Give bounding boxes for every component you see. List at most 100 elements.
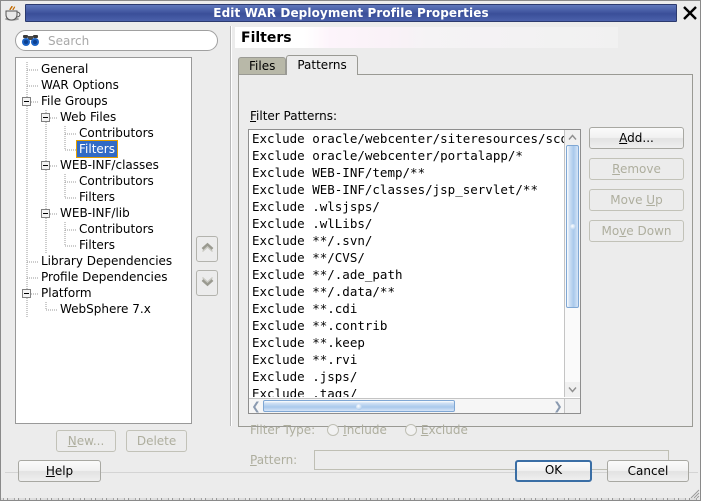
- tab-patterns[interactable]: Patterns: [286, 55, 358, 75]
- dialog-content: Search General WAR Options File Groups Web …: [1, 24, 700, 479]
- tree-item-library-dependencies[interactable]: Library Dependencies: [16, 254, 191, 270]
- move-up-arrow-button[interactable]: [196, 236, 218, 262]
- tree-item-filters[interactable]: Filters: [16, 190, 191, 206]
- scroll-up-icon[interactable]: [565, 130, 580, 145]
- close-icon[interactable]: [679, 2, 700, 24]
- tab-files[interactable]: Files: [238, 57, 287, 75]
- list-item[interactable]: Exclude oracle/webcenter/portalapp/*: [249, 147, 565, 164]
- tree-collapse-toggle-icon[interactable]: [22, 289, 31, 298]
- tree-item-label: WEB-INF/lib: [60, 206, 130, 220]
- scroll-left-icon[interactable]: ❮: [249, 399, 263, 413]
- filter-type-row: Filter Type: Include Exclude: [250, 423, 486, 437]
- dialog-footer: Help OK Cancel: [1, 460, 700, 500]
- tree-collapse-toggle-icon[interactable]: [41, 113, 50, 122]
- tree-item-label: Web Files: [60, 110, 117, 124]
- tree-item-profile-dependencies[interactable]: Profile Dependencies: [16, 270, 191, 286]
- tree-item-general[interactable]: General: [16, 62, 191, 78]
- new-button-label-rest: ew...: [76, 434, 105, 448]
- tree-item-label: Profile Dependencies: [41, 270, 168, 284]
- tree-item-websphere-7-x[interactable]: WebSphere 7.x: [16, 302, 191, 318]
- search-input[interactable]: Search: [15, 30, 218, 51]
- list-item[interactable]: Exclude **/.svn/: [249, 232, 565, 249]
- list-item[interactable]: Exclude **/.ade_path: [249, 266, 565, 283]
- list-item[interactable]: Exclude oracle/webcenter/siteresources/s…: [249, 130, 565, 147]
- tree-collapse-toggle-icon[interactable]: [41, 161, 50, 170]
- tree-item-war-options[interactable]: WAR Options: [16, 78, 191, 94]
- patterns-scroll-track[interactable]: [565, 145, 580, 382]
- new-button-mnemonic: N: [67, 434, 77, 448]
- list-item[interactable]: Exclude WEB-INF/classes/jsp_servlet/**: [249, 181, 565, 198]
- tree-item-contributors[interactable]: Contributors: [16, 174, 191, 190]
- pattern-label: Pattern:: [250, 453, 298, 467]
- tree-item-label: General: [41, 62, 89, 76]
- reorder-buttons: [196, 236, 220, 304]
- remove-button[interactable]: Remove: [589, 158, 684, 180]
- list-item[interactable]: Exclude .wlLibs/: [249, 215, 565, 232]
- tree-item-label: WEB-INF/classes: [60, 158, 159, 172]
- list-item[interactable]: Exclude **.cdi: [249, 300, 565, 317]
- tree-item-contributors[interactable]: Contributors: [16, 126, 191, 142]
- navigation-tree[interactable]: General WAR Options File Groups Web Files Co…: [15, 57, 192, 424]
- tree-collapse-toggle-icon[interactable]: [41, 209, 50, 218]
- filter-patterns-label: Filter Patterns:: [250, 109, 338, 123]
- ok-button-label: OK: [544, 463, 563, 477]
- ok-button[interactable]: OK: [515, 460, 592, 482]
- move-down-button[interactable]: Move Down: [589, 220, 684, 242]
- patterns-action-buttons: Add... Remove Move Up Move Down: [589, 127, 684, 251]
- radio-exclude-label: Exclude: [420, 423, 468, 437]
- scrollbar-corner: [564, 398, 580, 413]
- help-button[interactable]: Help: [18, 460, 101, 482]
- tree-item-filters[interactable]: Filters: [16, 140, 191, 158]
- tree-item-label: Contributors: [79, 126, 154, 140]
- cancel-button[interactable]: Cancel: [607, 460, 689, 482]
- new-button[interactable]: New...: [56, 430, 116, 452]
- tree-item-label: Contributors: [79, 222, 154, 236]
- add-button[interactable]: Add...: [589, 127, 684, 149]
- list-item[interactable]: Exclude **/CVS/: [249, 249, 565, 266]
- list-item[interactable]: Exclude .wlsjsps/: [249, 198, 565, 215]
- tree-item-platform[interactable]: Platform: [16, 286, 191, 302]
- navigation-panel: Search General WAR Options File Groups Web …: [6, 24, 231, 479]
- patterns-scroll-thumb[interactable]: [566, 145, 579, 308]
- tree-item-file-groups[interactable]: File Groups: [16, 94, 191, 110]
- list-item[interactable]: Exclude .tags/: [249, 385, 565, 397]
- detail-panel: Filters Files Patterns Filter Patterns: …: [235, 24, 697, 479]
- patterns-vertical-scrollbar[interactable]: [564, 130, 580, 397]
- list-item[interactable]: Exclude WEB-INF/temp/**: [249, 164, 565, 181]
- list-item[interactable]: Exclude **.keep: [249, 334, 565, 351]
- java-coffee-cup-icon: [2, 2, 24, 24]
- radio-include[interactable]: [327, 424, 340, 436]
- tree-item-label: Filters: [79, 238, 115, 252]
- move-up-button[interactable]: Move Up: [589, 189, 684, 211]
- tree-item-web-inf-classes[interactable]: WEB-INF/classes: [16, 158, 191, 174]
- patterns-horizontal-scrollbar[interactable]: ❮ ❯: [249, 398, 565, 413]
- list-item[interactable]: Exclude **/.data/**: [249, 283, 565, 300]
- radio-include-label: Include: [343, 423, 387, 437]
- page-title: Filters: [241, 29, 292, 46]
- tree-item-web-files[interactable]: Web Files: [16, 110, 191, 126]
- section-header: Filters: [235, 27, 618, 48]
- delete-button[interactable]: Delete: [125, 430, 188, 452]
- patterns-hscroll-thumb[interactable]: [263, 400, 455, 412]
- title-bar: Edit WAR Deployment Profile Properties: [1, 1, 700, 24]
- patterns-tab-panel: Filter Patterns: Exclude oracle/webcente…: [238, 74, 693, 470]
- tree-item-label: File Groups: [41, 94, 108, 108]
- binoculars-icon: [22, 34, 39, 48]
- tab-bar: Files Patterns: [238, 55, 358, 75]
- tree-item-filters[interactable]: Filters: [16, 238, 191, 254]
- chevron-up-icon: [201, 242, 214, 256]
- move-down-arrow-button[interactable]: [196, 270, 218, 296]
- filter-patterns-list[interactable]: Exclude oracle/webcenter/siteresources/s…: [248, 129, 581, 414]
- tree-collapse-toggle-icon[interactable]: [22, 97, 31, 106]
- list-item[interactable]: Exclude **.contrib: [249, 317, 565, 334]
- title-bar-strip: Edit WAR Deployment Profile Properties: [25, 3, 677, 22]
- list-item[interactable]: Exclude .jsps/: [249, 368, 565, 385]
- tree-item-web-inf-lib[interactable]: WEB-INF/lib: [16, 206, 191, 222]
- scroll-right-icon[interactable]: ❯: [551, 399, 565, 413]
- tree-item-label: WAR Options: [41, 78, 119, 92]
- list-item[interactable]: Exclude **.rvi: [249, 351, 565, 368]
- scroll-down-icon[interactable]: [565, 382, 580, 397]
- radio-exclude[interactable]: [404, 424, 417, 436]
- tree-item-contributors[interactable]: Contributors: [16, 222, 191, 238]
- tree-item-label: Library Dependencies: [41, 254, 173, 268]
